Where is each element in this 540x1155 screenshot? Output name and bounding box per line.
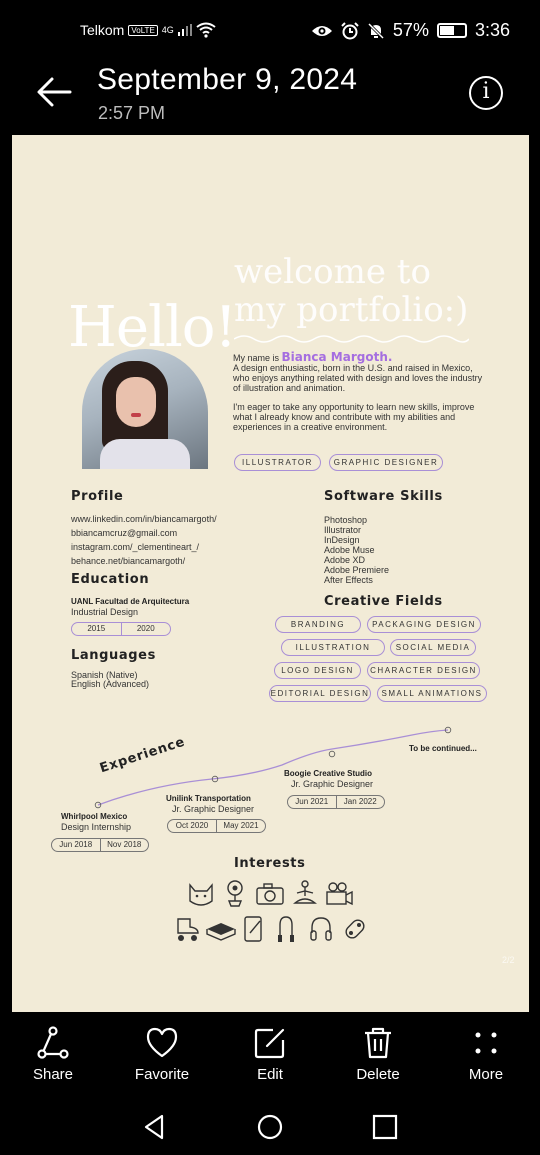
photo-date: September 9, 2024 <box>97 63 358 96</box>
network-label: 4G <box>161 25 174 35</box>
job-company: Unilink Transportation <box>166 794 251 803</box>
jump-rope-icon <box>278 916 294 942</box>
job-to: May 2021 <box>216 820 265 832</box>
status-right: 57% 3:36 <box>311 20 510 41</box>
battery-percent: 57% <box>392 20 429 40</box>
job-role: Jr. Graphic Designer <box>172 804 255 814</box>
to-be-continued: To be continued... <box>409 744 477 753</box>
nav-back-icon[interactable] <box>140 1112 170 1142</box>
alarm-icon <box>341 21 359 39</box>
tablet-icon <box>244 916 262 942</box>
more-label: More <box>468 1066 504 1083</box>
volte-badge: VoLTE <box>128 24 158 36</box>
action-bar: Share Favorite Edit Delete More <box>0 1012 540 1098</box>
clock: 3:36 <box>474 20 510 40</box>
back-arrow-icon[interactable] <box>34 74 74 110</box>
job-from: Oct 2020 <box>175 821 209 830</box>
favorite-label: Favorite <box>134 1066 190 1083</box>
signal-icon <box>177 24 192 36</box>
meditation-icon <box>293 880 317 904</box>
page-marker: 2/2 <box>502 955 515 965</box>
job-company: Boogie Creative Studio <box>284 769 373 778</box>
job-dates: Oct 2020 May 2021 <box>167 819 266 833</box>
job-from: Jun 2021 <box>295 797 329 806</box>
job-to: Jan 2022 <box>335 796 385 808</box>
more-dots-icon <box>475 1032 497 1054</box>
delete-label: Delete <box>356 1066 400 1083</box>
nav-home-icon[interactable] <box>255 1112 285 1142</box>
mute-bell-icon <box>367 22 384 39</box>
video-camera-icon <box>326 882 353 906</box>
info-button[interactable]: i <box>469 76 503 110</box>
share-label: Share <box>32 1066 74 1083</box>
viewer-header: September 9, 2024 2:57 PM i <box>0 60 540 135</box>
job-to: Nov 2018 <box>99 839 149 851</box>
more-button[interactable]: More <box>441 1026 531 1083</box>
photo-image[interactable]: welcome to my portfolio:) Hello! My name… <box>12 135 529 1012</box>
camera-icon <box>256 883 284 905</box>
edit-icon <box>254 1028 285 1059</box>
edit-label: Edit <box>257 1066 283 1083</box>
cat-icon <box>189 883 213 906</box>
delete-button[interactable]: Delete <box>333 1026 423 1083</box>
share-icon <box>37 1026 69 1059</box>
game-controller-icon <box>345 919 365 939</box>
job-dates: Jun 2018 Nov 2018 <box>51 838 149 852</box>
job-dates: Jun 2021 Jan 2022 <box>287 795 385 809</box>
carrier-label: Telkom <box>80 22 125 38</box>
heart-icon <box>146 1027 178 1058</box>
trash-icon <box>365 1027 391 1059</box>
book-icon <box>206 923 236 941</box>
rollerskate-icon <box>177 918 199 941</box>
status-bar: Telkom VoLTE 4G 57% 3:36 <box>0 0 540 62</box>
battery-icon <box>436 23 467 38</box>
photo-time: 2:57 PM <box>98 103 166 123</box>
plant-icon <box>227 880 243 907</box>
job-from: Jun 2018 <box>59 840 93 849</box>
wifi-icon <box>196 22 216 38</box>
status-left: Telkom VoLTE 4G <box>80 22 216 38</box>
interests-heading: Interests <box>234 856 306 871</box>
job-role: Design Internship <box>61 822 132 832</box>
system-nav-bar <box>0 1098 540 1155</box>
job-company: Whirlpool Mexico <box>61 812 128 821</box>
headphones-icon <box>310 917 332 941</box>
favorite-button[interactable]: Favorite <box>117 1026 207 1083</box>
edit-button[interactable]: Edit <box>225 1026 315 1083</box>
eye-icon <box>311 25 332 36</box>
share-button[interactable]: Share <box>8 1026 98 1083</box>
job-role: Jr. Graphic Designer <box>291 779 374 789</box>
nav-recents-icon[interactable] <box>370 1112 400 1142</box>
